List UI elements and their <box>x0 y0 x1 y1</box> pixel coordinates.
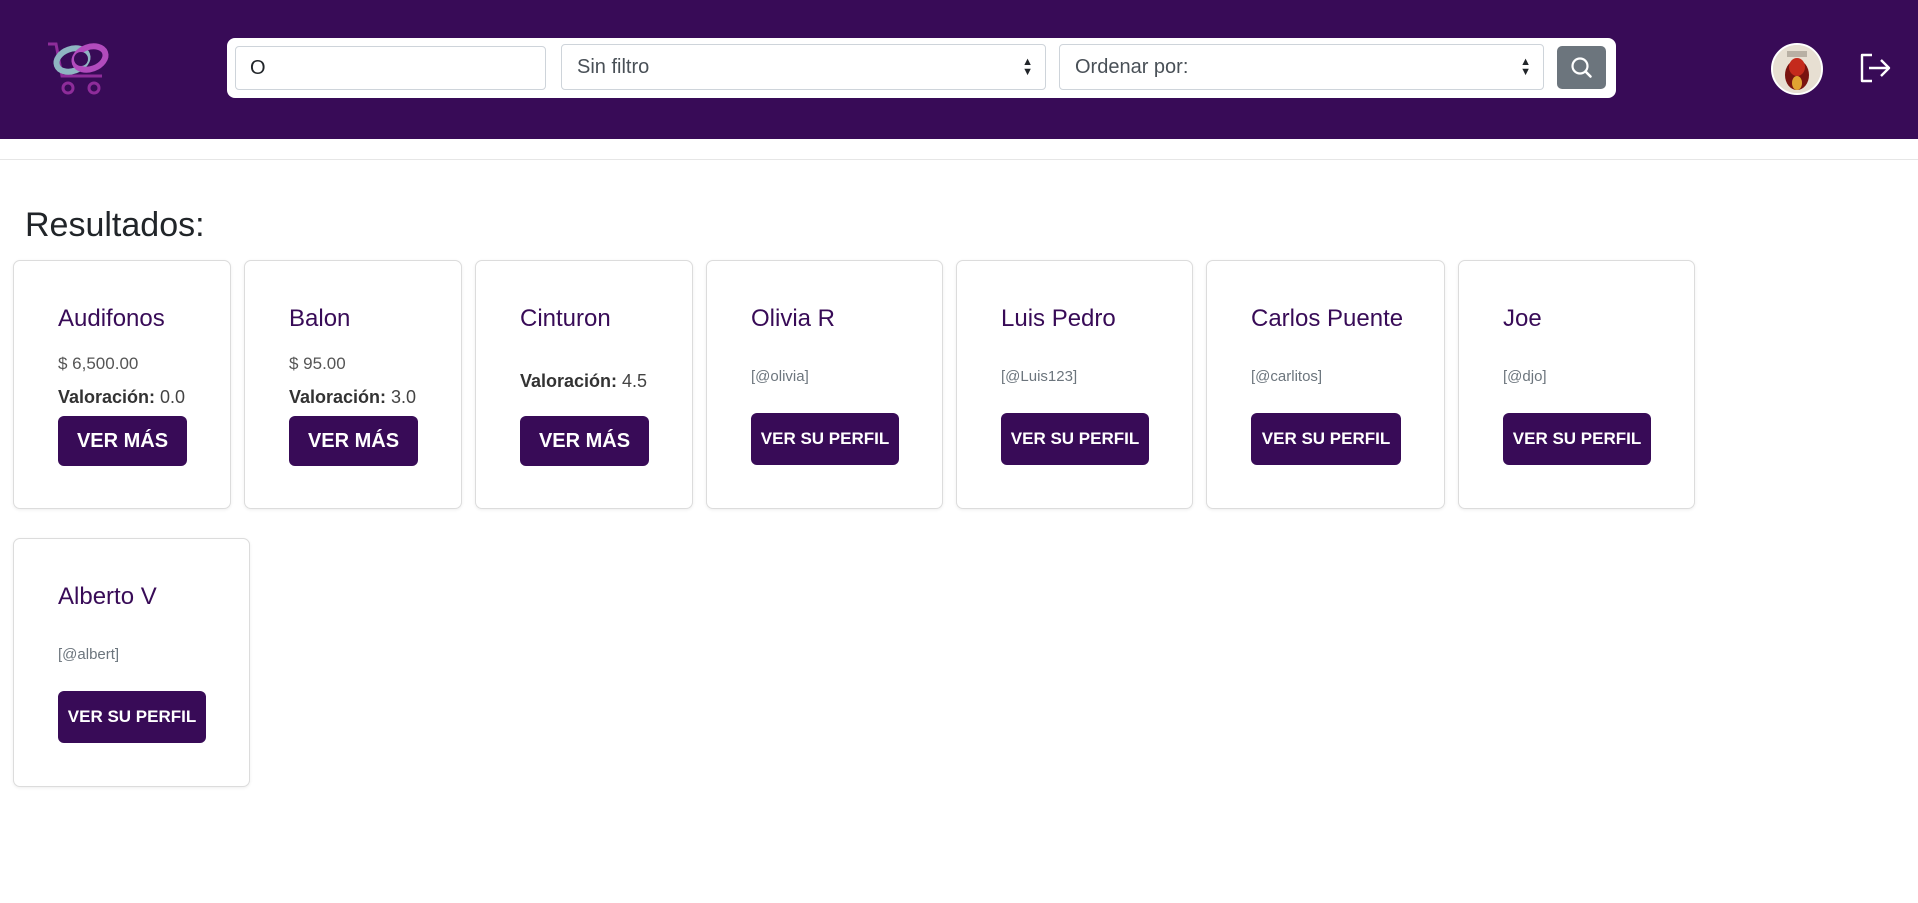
search-button[interactable] <box>1557 46 1606 89</box>
avatar-image <box>1773 45 1821 93</box>
user-name: Olivia R <box>751 305 836 332</box>
top-navbar: Sin filtro ▲▼ Ordenar por: ▲▼ <box>0 0 1918 139</box>
rating-value: 0.0 <box>160 387 186 407</box>
ver-perfil-button[interactable]: VER SU PERFIL <box>1251 413 1401 465</box>
user-card: Olivia R [@olivia] VER SU PERFIL <box>706 260 943 509</box>
ver-mas-button[interactable]: VER MÁS <box>520 416 649 466</box>
select-arrows-icon: ▲ ▼ <box>1520 56 1531 78</box>
search-icon <box>1571 57 1592 78</box>
shop-logo[interactable] <box>44 38 118 96</box>
order-select[interactable]: Ordenar por: ▲ ▼ <box>1059 44 1544 90</box>
filter-select-value: Sin filtro <box>577 56 650 78</box>
ver-perfil-button[interactable]: VER SU PERFIL <box>1001 413 1149 465</box>
user-handle: [@olivia] <box>751 368 809 385</box>
order-select-value: Ordenar por: <box>1075 56 1189 78</box>
user-handle: [@djo] <box>1503 368 1547 385</box>
user-name: Carlos Puente <box>1251 305 1404 332</box>
user-handle: [@Luis123] <box>1001 368 1078 385</box>
rating-label: Valoración: <box>58 387 156 407</box>
rating-label: Valoración: <box>289 387 387 407</box>
product-name: Cinturon <box>520 305 611 332</box>
search-bar: Sin filtro ▲▼ Ordenar por: ▲▼ <box>227 38 1616 98</box>
rating-label: Valoración: <box>520 371 618 391</box>
product-name: Audifonos <box>58 305 165 332</box>
product-price: $ 6,500.00 <box>58 354 139 373</box>
ver-perfil-button[interactable]: VER SU PERFIL <box>751 413 899 465</box>
user-card: Joe [@djo] VER SU PERFIL <box>1458 260 1695 509</box>
user-card: Alberto V [@albert] VER SU PERFIL <box>13 538 250 787</box>
product-rating: Valoración: 0.0 <box>58 387 185 408</box>
user-handle: [@albert] <box>58 646 120 663</box>
user-name: Luis Pedro <box>1001 305 1116 332</box>
product-name: Balon <box>289 305 351 332</box>
search-input[interactable] <box>235 46 546 90</box>
logout-icon[interactable] <box>1858 52 1892 84</box>
product-rating: Valoración: 3.0 <box>289 387 416 408</box>
divider <box>0 159 1918 160</box>
user-card: Luis Pedro [@Luis123] VER SU PERFIL <box>956 260 1193 509</box>
ver-perfil-button[interactable]: VER SU PERFIL <box>1503 413 1651 465</box>
filter-select[interactable]: Sin filtro ▲ ▼ <box>561 44 1046 90</box>
user-handle: [@carlitos] <box>1251 368 1323 385</box>
results-title: Resultados: <box>25 206 205 244</box>
product-card: Balon $ 95.00 Valoración: 3.0 VER MÁS <box>244 260 462 509</box>
user-name: Alberto V <box>58 583 157 610</box>
product-card: Cinturon Valoración: 4.5 VER MÁS <box>475 260 693 509</box>
product-card: Audifonos $ 6,500.00 Valoración: 0.0 VER… <box>13 260 231 509</box>
select-arrows-icon: ▲ ▼ <box>1022 56 1033 78</box>
product-price: $ 95.00 <box>289 354 346 373</box>
rating-value: 4.5 <box>622 371 648 391</box>
user-name: Joe <box>1503 305 1542 332</box>
rating-value: 3.0 <box>391 387 417 407</box>
ver-perfil-button[interactable]: VER SU PERFIL <box>58 691 206 743</box>
product-rating: Valoración: 4.5 <box>520 371 647 392</box>
ver-mas-button[interactable]: VER MÁS <box>58 416 187 466</box>
ver-mas-button[interactable]: VER MÁS <box>289 416 418 466</box>
user-avatar[interactable] <box>1771 43 1823 95</box>
user-card: Carlos Puente [@carlitos] VER SU PERFIL <box>1206 260 1445 509</box>
